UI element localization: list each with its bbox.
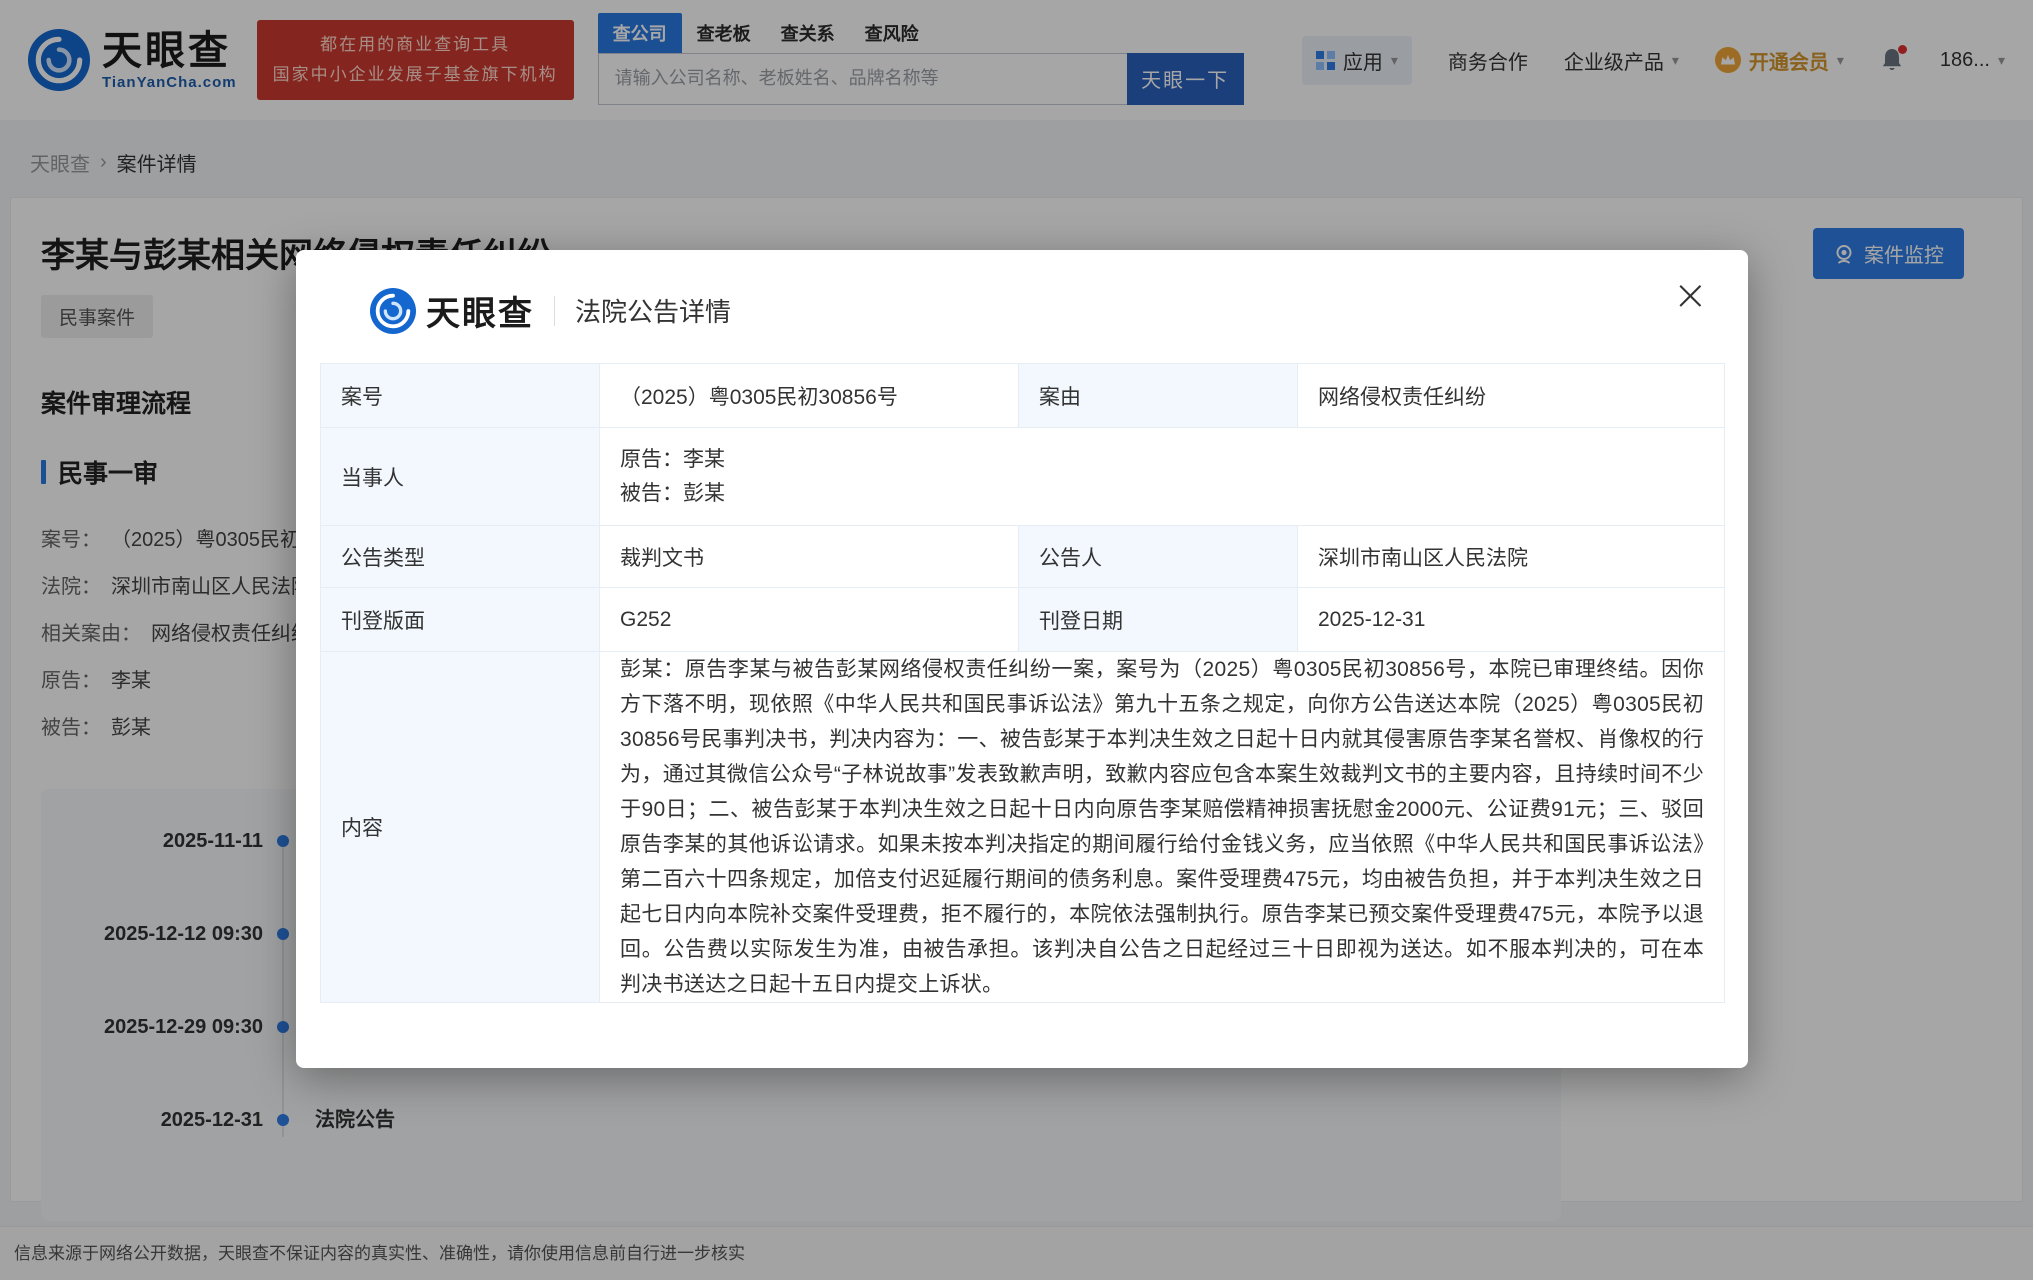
cause-value: 网络侵权责任纠纷 — [1297, 363, 1725, 428]
announcement-detail-table: 案号 （2025）粤0305民初30856号 案由 网络侵权责任纠纷 当事人 原… — [320, 363, 1725, 1003]
table-row: 案号 （2025）粤0305民初30856号 案由 网络侵权责任纠纷 — [320, 363, 1725, 428]
cause-label: 案由 — [1018, 363, 1298, 428]
modal-title: 法院公告详情 — [575, 297, 732, 327]
announcer-label: 公告人 — [1018, 525, 1298, 588]
case-number-value: （2025）粤0305民初30856号 — [599, 363, 1019, 428]
defendant-line: 被告：彭某 — [620, 481, 725, 505]
announcement-type-value: 裁判文书 — [599, 525, 1019, 588]
table-row: 刊登版面 G252 刊登日期 2025-12-31 — [320, 587, 1725, 652]
publish-page-value: G252 — [599, 587, 1019, 652]
content-value: 彭某：原告李某与被告彭某网络侵权责任纠纷一案，案号为（2025）粤0305民初3… — [599, 651, 1725, 1003]
publish-date-value: 2025-12-31 — [1297, 587, 1725, 652]
publish-date-label: 刊登日期 — [1018, 587, 1298, 652]
plaintiff-line: 原告：李某 — [620, 447, 725, 471]
announcer-value: 深圳市南山区人民法院 — [1297, 525, 1725, 588]
announcement-type-label: 公告类型 — [320, 525, 600, 588]
close-icon[interactable]: × — [1673, 274, 1708, 316]
case-number-label: 案号 — [320, 363, 600, 428]
table-row: 内容 彭某：原告李某与被告彭某网络侵权责任纠纷一案，案号为（2025）粤0305… — [320, 651, 1725, 1003]
divider — [554, 295, 555, 326]
parties-label: 当事人 — [320, 427, 600, 526]
tianyancha-logo-icon — [370, 287, 416, 334]
content-label: 内容 — [320, 651, 600, 1003]
table-row: 当事人 原告：李某 被告：彭某 — [320, 427, 1725, 526]
modal-logo-title: 天眼查 — [426, 295, 534, 333]
parties-value: 原告：李某 被告：彭某 — [599, 427, 1725, 526]
publish-page-label: 刊登版面 — [320, 587, 600, 652]
modal-header: 天眼查 法院公告详情 — [370, 286, 1692, 335]
court-announcement-modal: × 天眼查 法院公告详情 案号 （2025）粤0305民初30856号 案由 网… — [296, 250, 1748, 1068]
table-row: 公告类型 裁判文书 公告人 深圳市南山区人民法院 — [320, 525, 1725, 588]
